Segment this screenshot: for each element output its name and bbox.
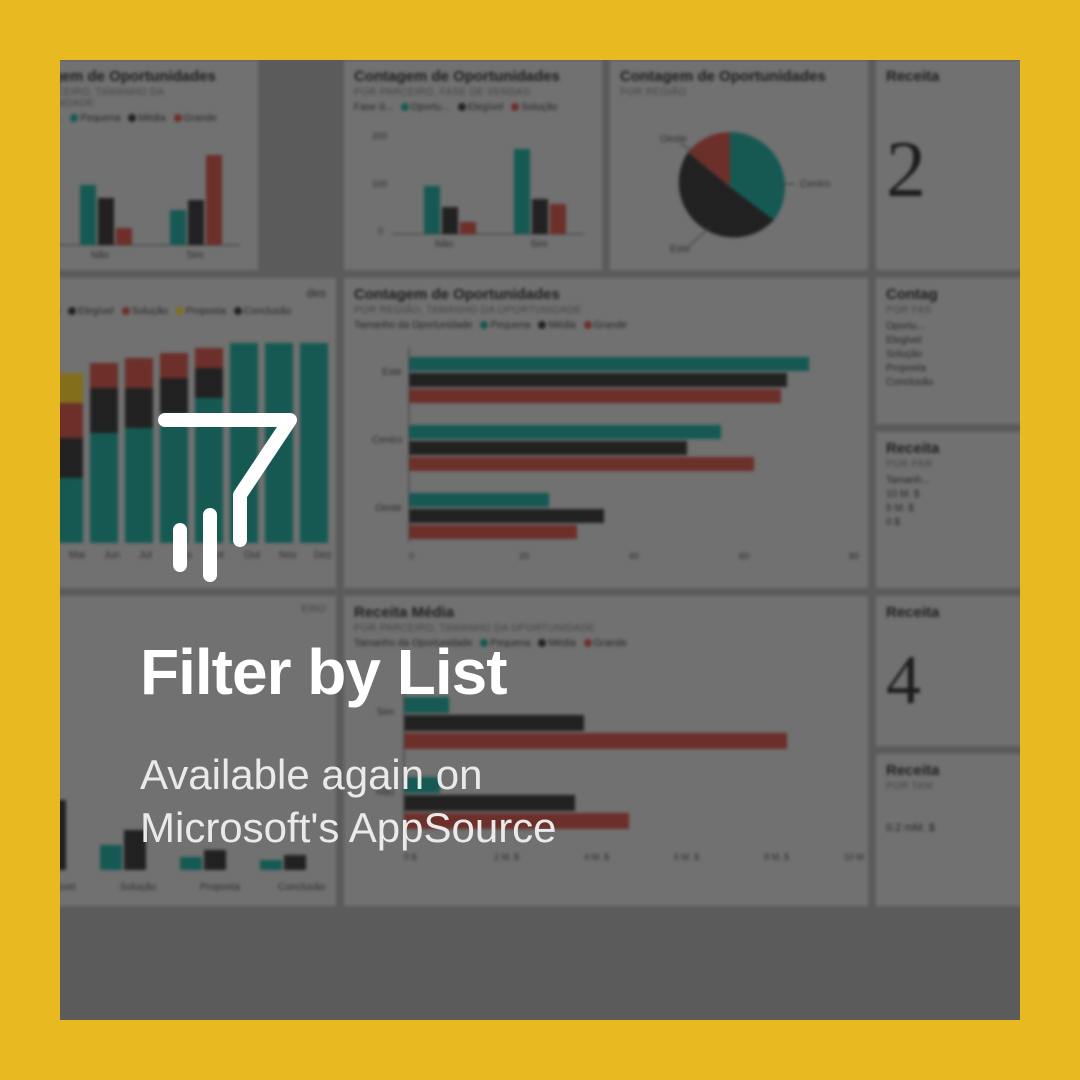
tile-title: Contagem de Oportunidades (620, 68, 858, 85)
legend: Tamanho ... Pequena Média Grande (60, 113, 248, 124)
chart-top-a: 100 0 Não Sim (60, 130, 250, 260)
svg-text:Jun: Jun (104, 550, 120, 561)
tile-title: Receita (886, 762, 1016, 779)
svg-text:Este: Este (382, 367, 402, 378)
tile-contag: Contag POR FAS Oportu... Elegível Soluçã… (876, 278, 1020, 424)
overlay-subtitle: Available again on Microsoft's AppSource (140, 749, 557, 854)
tile-subtitle: POR PARCEIRO, FASE DE VENDAS (354, 87, 592, 98)
tile-top-a: Contagem de Oportunidades POR PARCEIRO, … (60, 60, 258, 270)
svg-text:200: 200 (372, 131, 387, 141)
tile-title: Contag (886, 286, 1016, 303)
svg-text:Mai: Mai (69, 550, 85, 561)
tile-receita-2: Receita POR PAR Tamanh... 10 M. $ 5 M. $… (876, 432, 1020, 588)
tile-pie: Contagem de Oportunidades POR REGIÃO Oes… (610, 60, 868, 270)
tile-title: Receita (886, 604, 1016, 621)
chart-top-b: 200 100 0 Não Sim (354, 119, 594, 249)
svg-text:80: 80 (849, 551, 859, 561)
tile-title: Contagem de Oportunidades (354, 68, 592, 85)
svg-text:6 M. $: 6 M. $ (674, 852, 699, 862)
tile-receita-4: Receita POR TAM 0.2 mM. $ (876, 754, 1020, 906)
tile-top-b: Contagem de Oportunidades POR PARCEIRO, … (344, 60, 602, 270)
svg-text:Este: Este (670, 244, 690, 255)
values: Tamanh... 10 M. $ 5 M. $ 0 $ (886, 474, 1016, 530)
svg-text:0: 0 (378, 226, 383, 236)
svg-text:Sim: Sim (530, 239, 547, 249)
tile-title: Contagem de Oportunidades (354, 286, 858, 303)
svg-text:Conclusão: Conclusão (278, 882, 326, 893)
tile-subtitle: POR REGIÃO, TAMANHO DA OPORTUNIDADE (354, 305, 858, 316)
tile-receita-3: Receita 4 (876, 596, 1020, 746)
svg-text:Não: Não (435, 239, 454, 249)
tile-title: Receita (886, 440, 1016, 457)
legend: potencial Elegível Solução Proposta Conc… (60, 306, 326, 317)
overlay-title: Filter by List (140, 635, 557, 709)
tile-title: Receita (886, 68, 1016, 85)
svg-text:100: 100 (372, 179, 387, 189)
svg-text:Solução: Solução (120, 882, 157, 893)
funnel-icon (140, 400, 320, 600)
legend: Fase d... Oportu... Elegível Solução (354, 102, 592, 113)
svg-text:40: 40 (629, 551, 639, 561)
big-number: 2 (886, 125, 1016, 216)
svg-text:Proposta: Proposta (200, 882, 240, 893)
svg-text:Não: Não (91, 250, 110, 260)
svg-text:Sim: Sim (186, 250, 203, 260)
svg-text:Oeste: Oeste (660, 134, 687, 145)
tile-receita-1: Receita 2 (876, 60, 1020, 270)
svg-text:8 M. $: 8 M. $ (764, 852, 789, 862)
big-number: 4 (886, 641, 1016, 721)
svg-text:Centro: Centro (800, 179, 830, 190)
legend: Tamanho da Oportunidade Pequena Média Gr… (354, 320, 858, 331)
svg-text:10 M. $: 10 M. $ (844, 852, 864, 862)
fase-list: Oportu... Elegível Solução Proposta Conc… (886, 320, 1016, 390)
svg-text:Elegível: Elegível (60, 882, 76, 893)
overlay-content: Filter by List Available again on Micros… (140, 400, 557, 854)
tile-subtitle: POR PARCEIRO, TAMANHO DA OPORTUNIDADE (60, 87, 248, 109)
svg-text:4 M. $: 4 M. $ (584, 852, 609, 862)
chart-pie: Oeste Centro Este (620, 102, 860, 262)
svg-text:60: 60 (739, 551, 749, 561)
tile-title: Contagem de Oportunidades (60, 68, 248, 85)
tile-subtitle: POR REGIÃO (620, 87, 858, 98)
